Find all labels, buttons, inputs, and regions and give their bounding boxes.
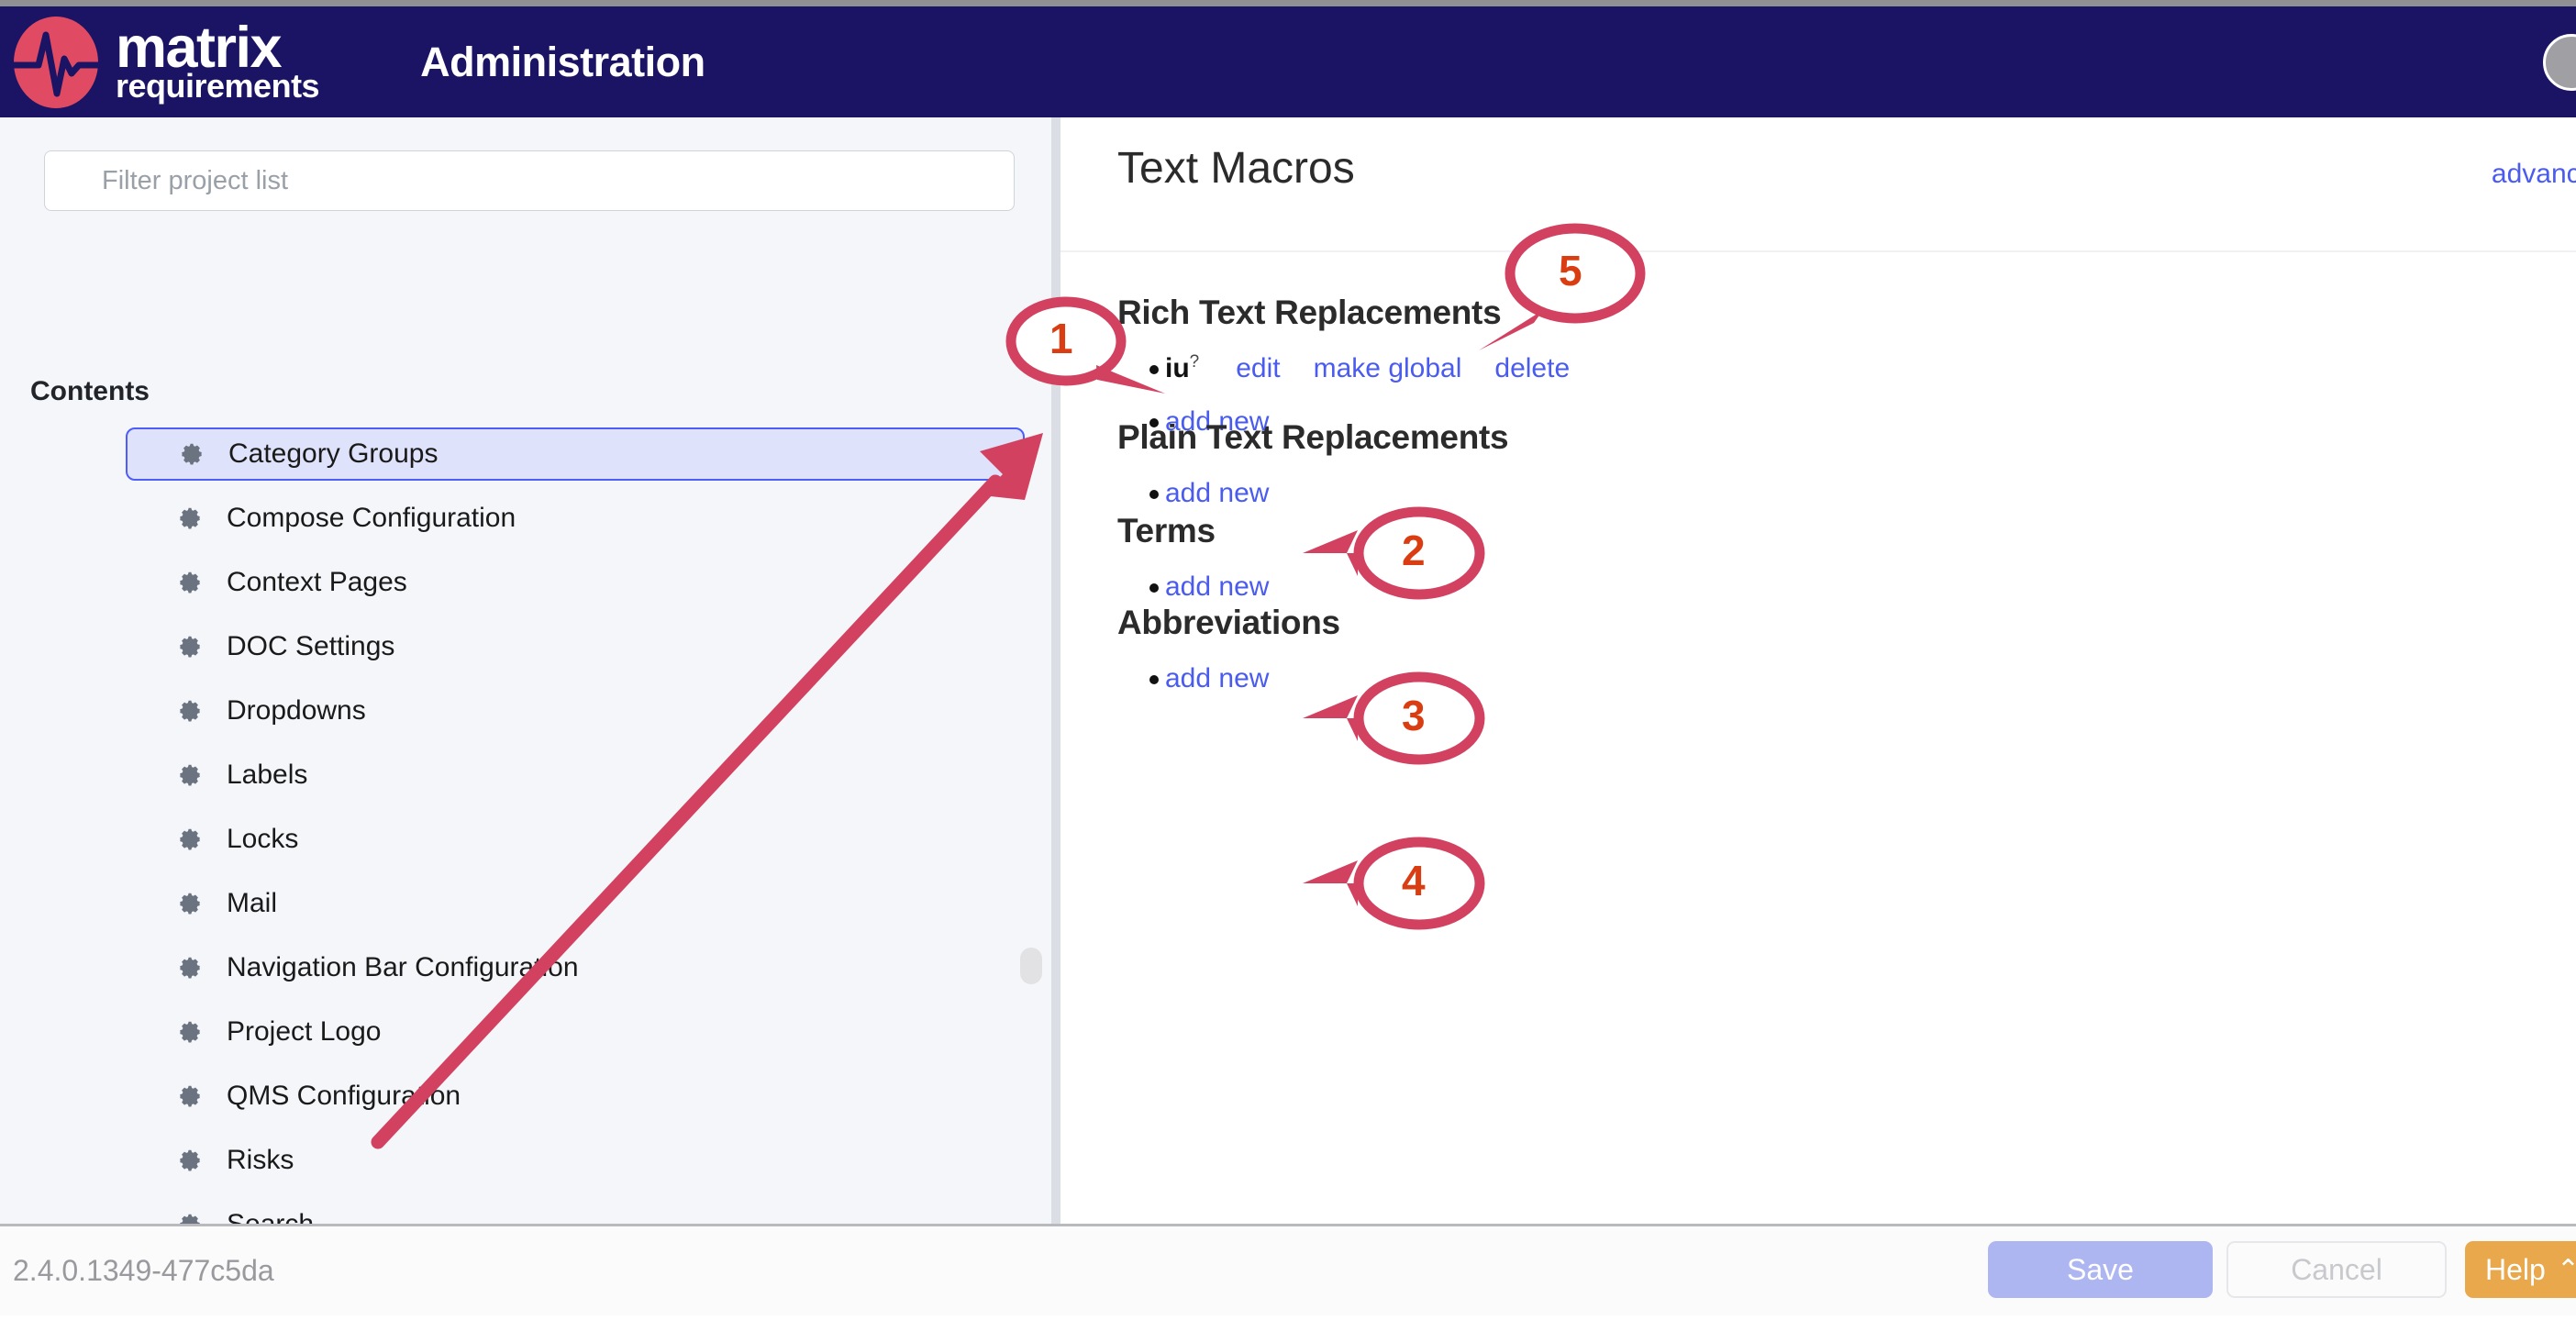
window-top-strip (0, 0, 2576, 6)
gear-icon (176, 890, 204, 917)
edit-link[interactable]: edit (1236, 353, 1280, 383)
macro-name: iu? (1165, 352, 1200, 383)
content-panel: Text Macros advanced Rich Text Replaceme… (1060, 117, 2576, 1224)
title-divider (1060, 250, 2576, 252)
brand-wordmark: matrix requirements (116, 15, 320, 105)
add-new-link-terms[interactable]: add new (1165, 571, 1269, 602)
sidebar-item-search[interactable]: Search (126, 1198, 1025, 1224)
help-button-label: Help (2485, 1252, 2546, 1286)
section-heading: Rich Text Replacements (1117, 294, 1502, 331)
make-global-link[interactable]: make global (1314, 353, 1462, 383)
macro-name-superscript: ? (1189, 352, 1200, 372)
sidebar-item-label: Search (227, 1209, 314, 1224)
user-avatar[interactable] (2543, 34, 2576, 91)
sidebar-item-locks[interactable]: Locks (126, 813, 1025, 866)
macro-name-text: iu (1165, 353, 1190, 383)
sidebar-item-label: DOC Settings (227, 631, 395, 661)
sidebar-item-label: Dropdowns (227, 695, 366, 726)
section-item-list: add new (1117, 477, 2493, 510)
add-new-row: add new (1117, 662, 2493, 695)
sidebar-item-mail[interactable]: Mail (126, 877, 1025, 930)
contents-heading: Contents (30, 376, 150, 406)
gear-icon (176, 505, 204, 532)
gear-icon (176, 1211, 204, 1224)
add-new-row: add new (1117, 477, 2493, 510)
sidebar-item-context-pages[interactable]: Context Pages (126, 556, 1025, 609)
sidebar-item-navigation-bar-configuration[interactable]: Navigation Bar Configuration (126, 941, 1025, 994)
sidebar-item-label: Navigation Bar Configuration (227, 952, 579, 982)
page-title: Text Macros (1117, 144, 1355, 193)
section-heading: Terms (1117, 512, 1216, 549)
gear-icon (176, 1147, 204, 1174)
gear-icon (176, 697, 204, 725)
sidebar-item-labels[interactable]: Labels (126, 749, 1025, 802)
version-label: 2.4.0.1349-477c5da (13, 1254, 274, 1287)
section-heading: Plain Text Replacements (1117, 418, 1509, 456)
save-button[interactable]: Save (1988, 1241, 2213, 1298)
sidebar-item-label: Context Pages (227, 567, 407, 597)
sidebar-item-label: Risks (227, 1145, 294, 1175)
app-header: matrix requirements Administration (0, 6, 2576, 117)
add-new-link-abbreviations[interactable]: add new (1165, 663, 1269, 693)
matrix-pulse-icon (9, 15, 103, 110)
page-app-title: Administration (420, 38, 705, 85)
section-item-list: add new (1117, 571, 2493, 604)
gear-icon (176, 1018, 204, 1046)
gear-icon (176, 826, 204, 853)
filter-project-list-input[interactable] (44, 150, 1015, 211)
gear-icon (176, 1082, 204, 1110)
sidebar-item-risks[interactable]: Risks (126, 1134, 1025, 1187)
brand-line-1: matrix (116, 15, 283, 80)
macro-row: iu? edit make global delete (1117, 352, 2493, 385)
sidebar-item-label: Mail (227, 888, 278, 918)
section-abbreviations: Abbreviations add new (1117, 604, 2493, 695)
add-new-link-plain-text-replacements[interactable]: add new (1165, 478, 1269, 508)
gear-icon (176, 954, 204, 982)
sidebar-scrollbar-thumb[interactable] (1020, 948, 1042, 984)
sidebar-item-label: Category Groups (228, 438, 439, 469)
brand-line-2: requirements (116, 67, 320, 105)
advanced-link[interactable]: advanced (2492, 159, 2576, 190)
sidebar-item-label: QMS Configuration (227, 1081, 461, 1111)
sidebar-item-compose-configuration[interactable]: Compose Configuration (126, 492, 1025, 545)
gear-icon (176, 761, 204, 789)
sidebar-item-project-logo[interactable]: Project Logo (126, 1005, 1025, 1059)
chevron-up-icon: ⌃ (2556, 1254, 2576, 1285)
gear-icon (178, 440, 205, 468)
cancel-button[interactable]: Cancel (2226, 1241, 2447, 1298)
body-area: Contents Category Groups Compose Configur… (0, 117, 2576, 1224)
sidebar-item-category-groups[interactable]: Category Groups (126, 427, 1025, 481)
gear-icon (176, 569, 204, 596)
sidebar-item-label: Compose Configuration (227, 503, 516, 533)
help-button[interactable]: Help ⌃ (2465, 1241, 2576, 1298)
sidebar-item-dropdowns[interactable]: Dropdowns (126, 684, 1025, 738)
section-item-list: add new (1117, 662, 2493, 695)
sidebar-item-label: Locks (227, 824, 299, 854)
add-new-row: add new (1117, 571, 2493, 604)
sidebar-nav-list: Category Groups Compose Configuration Cont… (0, 427, 1051, 1224)
section-rich-text-replacements: Rich Text Replacements iu? edit make global… (1117, 294, 2493, 438)
section-plain-text-replacements: Plain Text Replacements add new (1117, 418, 2493, 510)
sidebar-item-label: Project Logo (227, 1016, 382, 1047)
panel-divider[interactable] (1051, 117, 1060, 1224)
delete-link[interactable]: delete (1494, 353, 1570, 383)
footer-bar: 2.4.0.1349-477c5da Save Cancel Help ⌃ (0, 1224, 2576, 1315)
sidebar-scrollbar[interactable] (1020, 117, 1042, 1224)
macro-actions: edit make global delete (1236, 353, 1570, 383)
sidebar-item-doc-settings[interactable]: DOC Settings (126, 620, 1025, 673)
gear-icon (176, 633, 204, 660)
section-heading: Abbreviations (1117, 604, 1340, 641)
sidebar-panel: Contents Category Groups Compose Configur… (0, 117, 1051, 1224)
sidebar-item-label: Labels (227, 760, 308, 790)
brand-logo[interactable]: matrix requirements (9, 15, 320, 110)
section-terms: Terms add new (1117, 512, 2493, 604)
sidebar-item-qms-configuration[interactable]: QMS Configuration (126, 1070, 1025, 1123)
